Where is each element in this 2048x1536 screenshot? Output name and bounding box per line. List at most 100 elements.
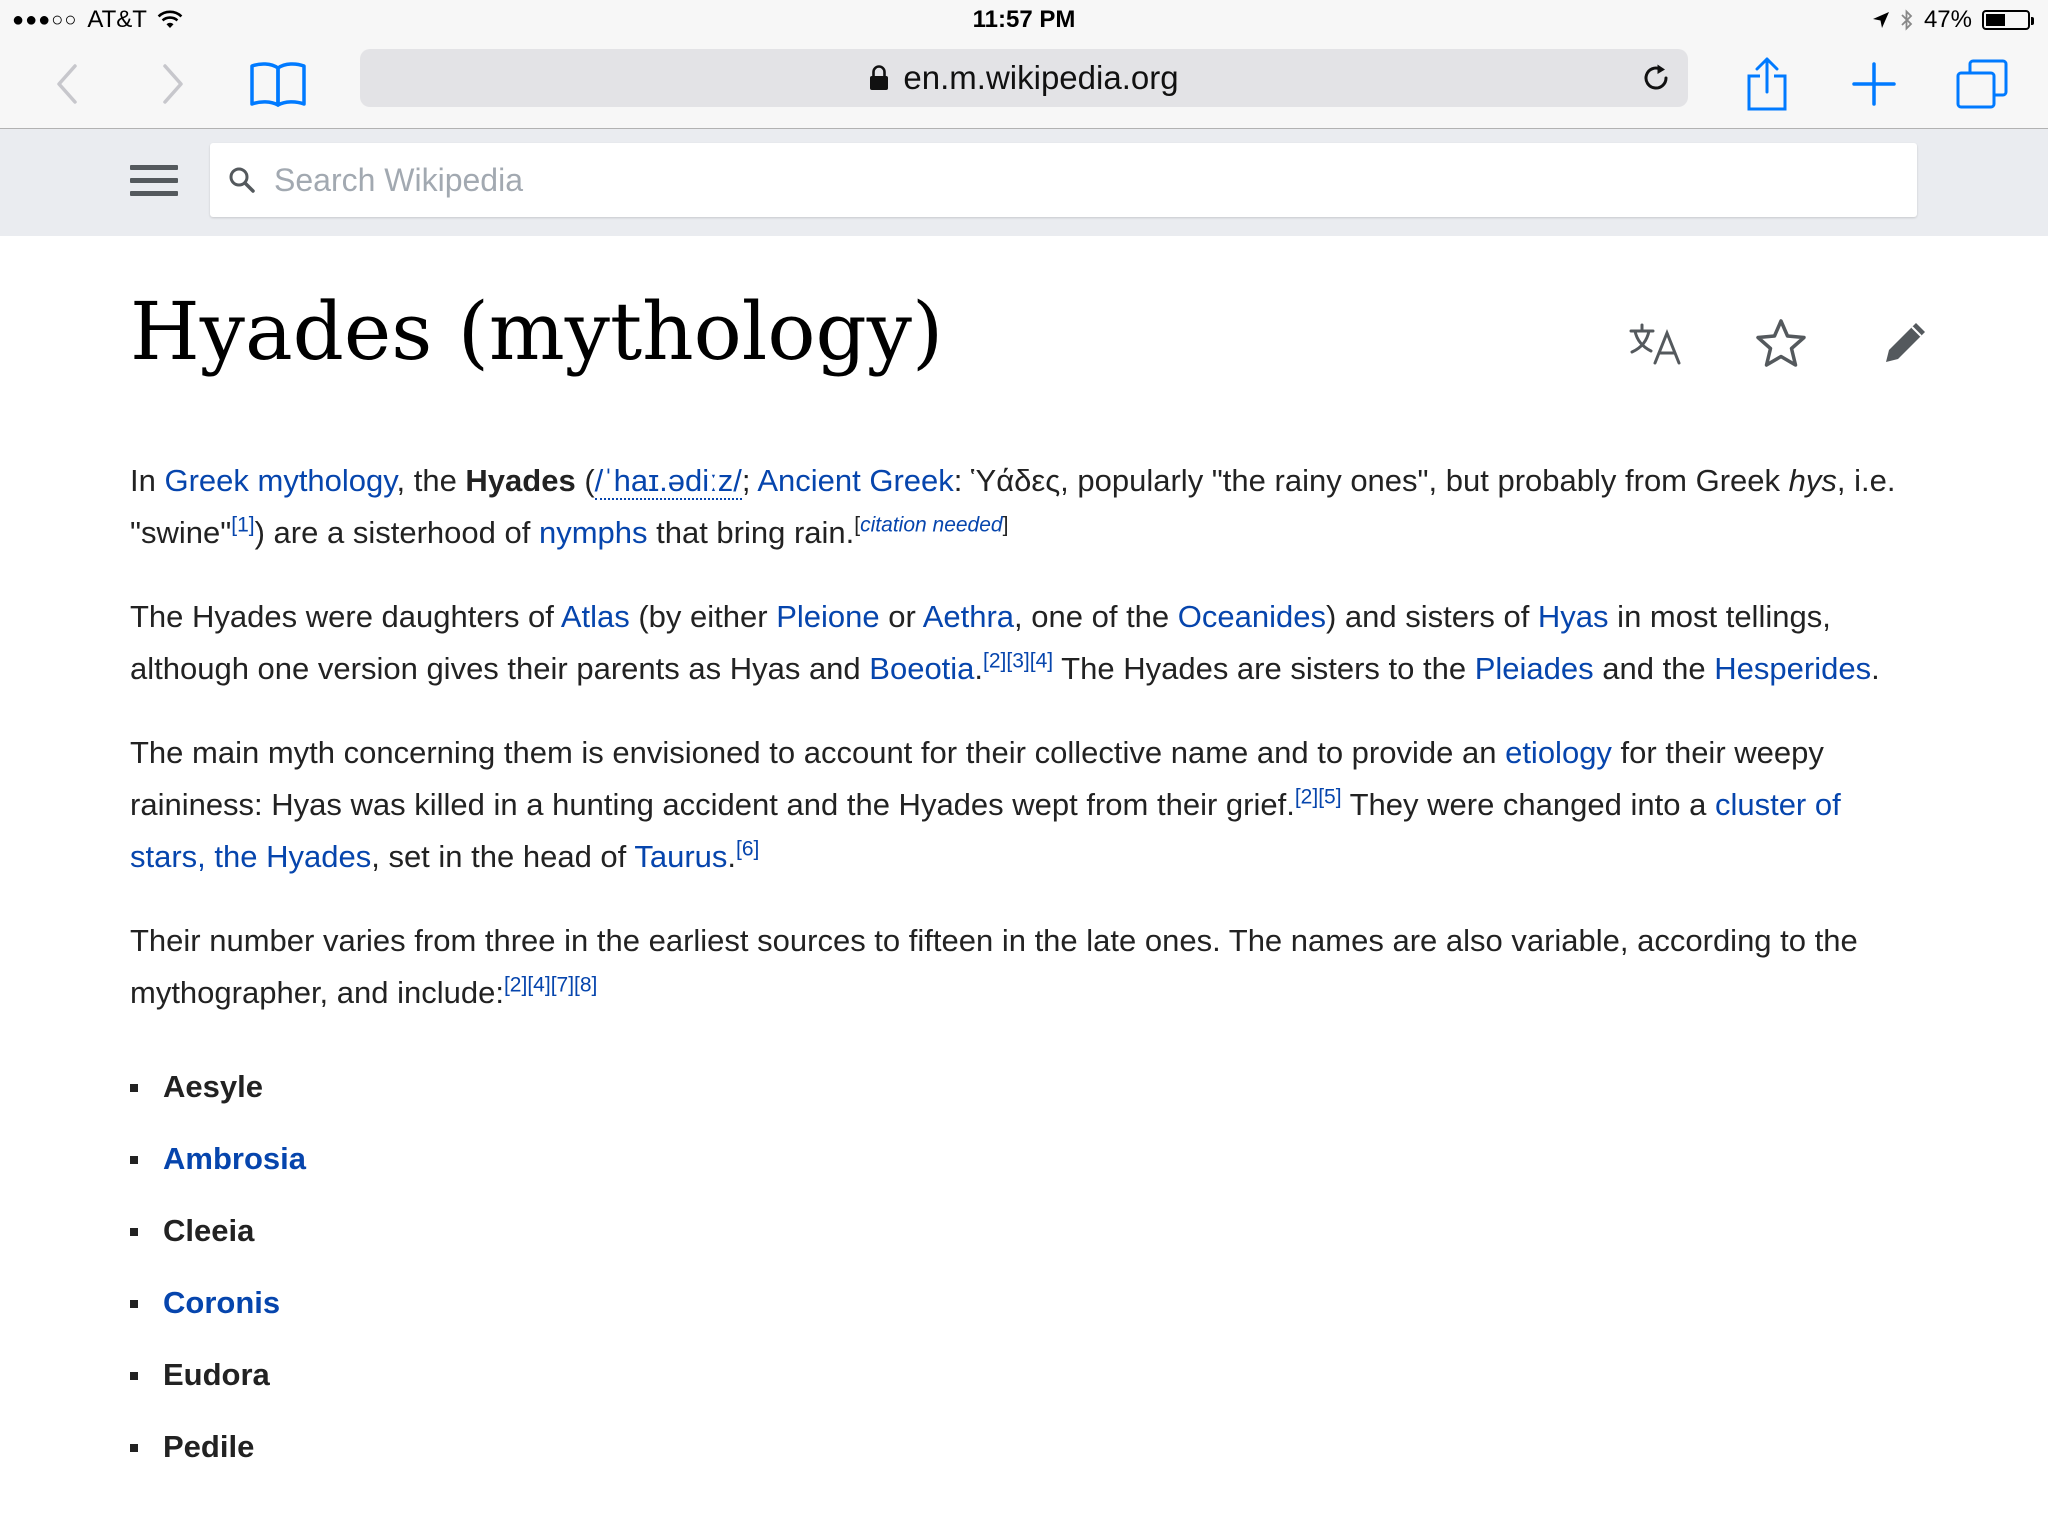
link-taurus[interactable]: Taurus — [634, 839, 727, 874]
reference-6[interactable]: [6] — [736, 838, 759, 861]
list-item: Coronis — [130, 1267, 1920, 1339]
link-hyas[interactable]: Hyas — [1538, 599, 1609, 634]
reference-3[interactable]: [3] — [1006, 650, 1029, 673]
list-item: Aesyle — [130, 1051, 1920, 1123]
paragraph-intro: In Greek mythology, the Hyades (/ˈhaɪ.əd… — [130, 455, 1920, 559]
bracket: ] — [1002, 513, 1009, 537]
text: In — [130, 463, 165, 498]
status-bar: ●●●○○ AT&T 11:57 PM 47% — [0, 0, 2048, 40]
translate-icon — [1629, 323, 1681, 365]
share-button[interactable] — [1735, 52, 1799, 116]
link-etiology[interactable]: etiology — [1505, 735, 1612, 770]
text: The Hyades are sisters to the — [1053, 651, 1475, 686]
reference-4[interactable]: [4] — [527, 974, 550, 997]
reference-sup: [2][4][7][8] — [504, 974, 597, 997]
page-title: Hyades (mythology) — [130, 285, 944, 378]
citation-needed: [citation needed] — [854, 514, 1008, 537]
text: The Hyades were daughters of — [130, 599, 561, 634]
watch-button[interactable] — [1748, 310, 1814, 376]
book-icon — [250, 62, 306, 107]
name-cleeia: Cleeia — [163, 1213, 255, 1248]
reference-sup: [2][5] — [1295, 786, 1342, 809]
link-nymphs[interactable]: nymphs — [539, 515, 648, 550]
article-content: In Greek mythology, the Hyades (/ˈhaɪ.əd… — [130, 455, 1920, 1483]
reference-5[interactable]: [5] — [1318, 786, 1341, 809]
hyades-names-list: Aesyle Ambrosia Cleeia Coronis Eudora Pe… — [130, 1051, 1920, 1483]
reload-button[interactable] — [1636, 58, 1676, 98]
italic-term: hys — [1788, 463, 1837, 498]
link-oceanides[interactable]: Oceanides — [1178, 599, 1326, 634]
link-ambrosia[interactable]: Ambrosia — [163, 1141, 306, 1176]
bluetooth-icon — [1901, 9, 1913, 31]
link-atlas[interactable]: Atlas — [561, 599, 630, 634]
reference-2[interactable]: [2] — [504, 974, 527, 997]
text: (by either — [629, 599, 777, 634]
link-greek-mythology[interactable]: Greek mythology — [164, 463, 396, 498]
name-aesyle: Aesyle — [163, 1069, 263, 1104]
bold-term: Hyades — [465, 463, 576, 498]
edit-button[interactable] — [1872, 310, 1938, 376]
citation-needed-link[interactable]: citation needed — [860, 514, 1002, 537]
reference-sup: [1] — [231, 514, 254, 537]
text: . — [727, 839, 737, 874]
text: : Ὑάδες, popularly "the rainy ones", but… — [953, 463, 1789, 498]
reference-7[interactable]: [7] — [551, 974, 574, 997]
reference-sup: [2][3][4] — [983, 650, 1053, 673]
reference-2[interactable]: [2] — [1295, 786, 1318, 809]
bookmarks-button[interactable] — [246, 52, 310, 116]
paragraph-myth: The main myth concerning them is envisio… — [130, 727, 1920, 883]
search-icon — [229, 167, 255, 193]
link-pleione[interactable]: Pleione — [776, 599, 879, 634]
plus-icon — [1852, 62, 1896, 106]
star-icon — [1756, 319, 1806, 367]
list-item: Cleeia — [130, 1195, 1920, 1267]
text: . — [1871, 651, 1880, 686]
text: ( — [575, 463, 595, 498]
link-hesperides[interactable]: Hesperides — [1714, 651, 1871, 686]
forward-button[interactable] — [140, 52, 204, 116]
wiki-header — [0, 129, 2048, 236]
reference-2[interactable]: [2] — [983, 650, 1006, 673]
paragraph-parentage: The Hyades were daughters of Atlas (by e… — [130, 591, 1920, 695]
search-box[interactable] — [210, 143, 1917, 217]
reference-4[interactable]: [4] — [1030, 650, 1053, 673]
battery-percent: 47% — [1923, 6, 1972, 33]
reload-icon — [1644, 64, 1668, 90]
text: that bring rain. — [647, 515, 855, 550]
link-boeotia[interactable]: Boeotia — [869, 651, 974, 686]
list-item: Pedile — [130, 1411, 1920, 1483]
reference-8[interactable]: [8] — [574, 974, 597, 997]
main-menu-button[interactable] — [130, 159, 178, 207]
text: . — [974, 651, 984, 686]
chevron-right-icon — [163, 64, 183, 104]
battery-level — [1986, 14, 2005, 26]
link-coronis[interactable]: Coronis — [163, 1285, 280, 1320]
new-tab-button[interactable] — [1842, 52, 1906, 116]
back-button[interactable] — [36, 52, 100, 116]
text: , the — [396, 463, 466, 498]
tabs-icon — [1956, 59, 2008, 109]
reference-sup: [6] — [736, 838, 759, 861]
text: ) and sisters of — [1326, 599, 1538, 634]
tabs-button[interactable] — [1950, 52, 2014, 116]
list-item: Eudora — [130, 1339, 1920, 1411]
text: The main myth concerning them is envisio… — [130, 735, 1506, 770]
language-button[interactable] — [1624, 310, 1690, 376]
text: or — [879, 599, 923, 634]
reference-1[interactable]: [1] — [231, 514, 254, 537]
url-text: en.m.wikipedia.org — [903, 59, 1179, 96]
search-input[interactable] — [272, 160, 1917, 200]
clock: 11:57 PM — [972, 6, 1076, 33]
link-ancient-greek[interactable]: Ancient Greek — [757, 463, 953, 498]
text: They were changed into a — [1341, 787, 1715, 822]
location-arrow-icon — [1872, 12, 1889, 28]
name-eudora: Eudora — [163, 1357, 270, 1392]
address-bar[interactable]: en.m.wikipedia.org — [360, 49, 1688, 107]
ipa-pronunciation[interactable]: /ˈhaɪ.ədiːz/ — [594, 463, 742, 500]
link-pleiades[interactable]: Pleiades — [1475, 651, 1594, 686]
text: , one of the — [1014, 599, 1178, 634]
link-aethra[interactable]: Aethra — [923, 599, 1014, 634]
page-actions — [1624, 310, 1938, 376]
name-pedile: Pedile — [163, 1429, 255, 1464]
battery-icon — [1982, 10, 2034, 30]
